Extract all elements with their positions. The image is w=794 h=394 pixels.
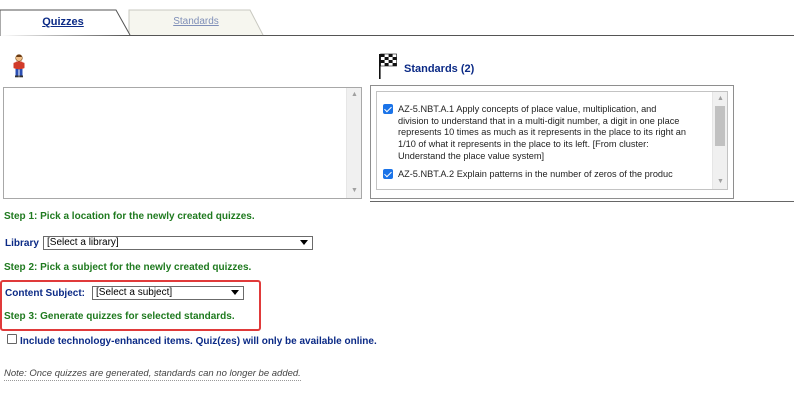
scroll-thumb[interactable] bbox=[715, 106, 725, 146]
step-1-text: Step 1: Pick a location for the newly cr… bbox=[4, 211, 255, 222]
standard-checkbox-1[interactable] bbox=[383, 104, 393, 114]
content-subject-label: Content Subject: bbox=[5, 288, 85, 299]
checkered-flag-icon bbox=[379, 53, 397, 79]
standard-line: Understand the place value system] bbox=[398, 150, 545, 161]
content-subject-select-value: [Select a subject] bbox=[96, 287, 173, 298]
standard-item-1[interactable]: AZ-5.NBT.A.1 Apply concepts of place val… bbox=[383, 104, 713, 164]
chevron-down-icon bbox=[231, 290, 239, 295]
standards-frame: AZ-5.NBT.A.1 Apply concepts of place val… bbox=[370, 85, 734, 199]
standards-list[interactable]: AZ-5.NBT.A.1 Apply concepts of place val… bbox=[376, 91, 728, 190]
step-3-text: Step 3: Generate quizzes for selected st… bbox=[4, 311, 235, 322]
library-label: Library bbox=[5, 238, 39, 249]
step-2-text: Step 2: Pick a subject for the newly cre… bbox=[4, 262, 252, 273]
standard-line: represents 10 times as much as it repres… bbox=[398, 127, 687, 138]
content-subject-select[interactable]: [Select a subject] bbox=[92, 286, 244, 300]
tab-quizzes-label: Quizzes bbox=[42, 16, 84, 28]
standard-line: 1/10 of what it represents in the place … bbox=[398, 139, 649, 150]
divider bbox=[370, 201, 794, 202]
standard-line: AZ-5.NBT.A.1 Apply concepts of place val… bbox=[398, 104, 657, 114]
library-select-value: [Select a library] bbox=[47, 237, 119, 248]
tech-enhanced-checkbox[interactable] bbox=[7, 334, 17, 344]
scroll-down-icon[interactable]: ▼ bbox=[347, 184, 362, 198]
library-list-box[interactable]: ▲ ▼ bbox=[3, 87, 362, 199]
tab-standards-label: Standards bbox=[173, 16, 219, 27]
tab-quizzes[interactable]: Quizzes bbox=[0, 9, 132, 36]
library-select[interactable]: [Select a library] bbox=[43, 236, 313, 250]
tab-standards[interactable]: Standards bbox=[128, 9, 264, 36]
standard-checkbox-2[interactable] bbox=[383, 169, 393, 179]
standard-line: AZ-5.NBT.A.2 Explain patterns in the num… bbox=[398, 169, 673, 179]
scroll-up-icon[interactable]: ▲ bbox=[713, 92, 727, 106]
scroll-up-icon[interactable]: ▲ bbox=[347, 88, 362, 102]
chevron-down-icon bbox=[300, 240, 308, 245]
standard-line: division to understand that in a multi-d… bbox=[398, 115, 680, 126]
standard-item-2[interactable]: AZ-5.NBT.A.2 Explain patterns in the num… bbox=[383, 169, 713, 181]
standards-title: Standards (2) bbox=[404, 63, 475, 75]
standards-scrollbar[interactable]: ▲ ▼ bbox=[712, 92, 727, 189]
library-list-scrollbar[interactable]: ▲ ▼ bbox=[346, 88, 361, 198]
person-icon bbox=[13, 54, 25, 78]
scroll-down-icon[interactable]: ▼ bbox=[713, 175, 727, 189]
note-text: Note: Once quizzes are generated, standa… bbox=[4, 368, 301, 381]
tech-enhanced-label[interactable]: Include technology-enhanced items. Quiz(… bbox=[20, 336, 377, 347]
